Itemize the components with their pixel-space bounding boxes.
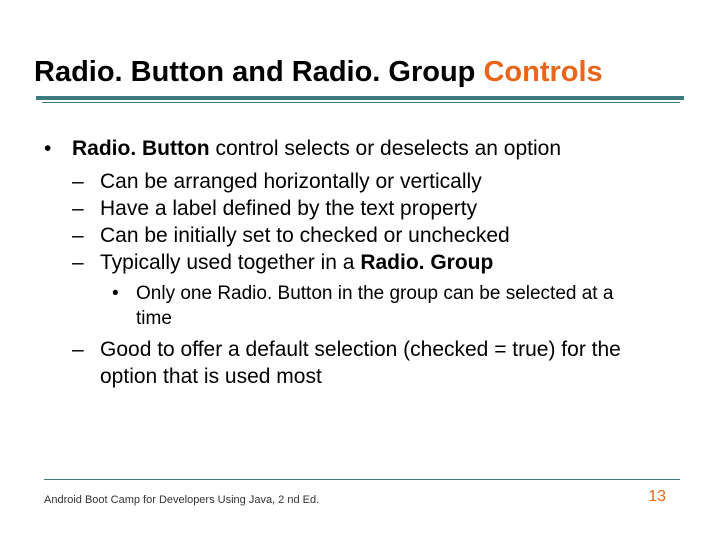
- dash-item: – Good to offer a default selection (che…: [72, 337, 690, 391]
- dash-icon: –: [72, 196, 100, 223]
- bullet-dot-icon: •: [38, 136, 72, 163]
- dash-item: – Can be initially set to checked or unc…: [72, 223, 690, 250]
- dash-item: – Can be arranged horizontally or vertic…: [72, 169, 690, 196]
- title-rule-thick: [36, 96, 684, 100]
- dash-prefix: Typically used together in a: [100, 251, 360, 274]
- bullet-dot-icon: •: [108, 282, 136, 331]
- sub-bullet-item: • Only one Radio. Button in the group ca…: [108, 282, 690, 331]
- dash-item: – Typically used together in a Radio. Gr…: [72, 250, 690, 277]
- title-rule-thin: [42, 102, 680, 103]
- title-accent: Controls: [483, 56, 602, 88]
- body-content: • Radio. Button control selects or desel…: [38, 136, 690, 391]
- sub-bullet-text: Only one Radio. Button in the group can …: [136, 282, 690, 331]
- slide-title: Radio. Button and Radio. Group Controls: [34, 56, 603, 89]
- dash-icon: –: [72, 223, 100, 250]
- dash-text: Can be initially set to checked or unche…: [100, 223, 690, 250]
- dash-icon: –: [72, 169, 100, 196]
- dash-text: Typically used together in a Radio. Grou…: [100, 250, 690, 277]
- bullet-rest: control selects or deselects an option: [210, 137, 561, 160]
- dash-text: Can be arranged horizontally or vertical…: [100, 169, 690, 196]
- slide: Radio. Button and Radio. Group Controls …: [0, 0, 720, 540]
- bullet-level1: • Radio. Button control selects or desel…: [38, 136, 690, 163]
- page-number: 13: [648, 488, 666, 506]
- footer-rule: [44, 479, 680, 480]
- dash-text: Have a label defined by the text propert…: [100, 196, 690, 223]
- title-main: Radio. Button and Radio. Group: [34, 56, 483, 88]
- footer-text: Android Boot Camp for Developers Using J…: [44, 494, 319, 506]
- dash-icon: –: [72, 337, 100, 391]
- dash-icon: –: [72, 250, 100, 277]
- dash-text: Good to offer a default selection (check…: [100, 337, 690, 391]
- dash-item: – Have a label defined by the text prope…: [72, 196, 690, 223]
- bullet-text: Radio. Button control selects or deselec…: [72, 136, 690, 163]
- bold-term: Radio. Button: [72, 137, 210, 160]
- bold-term: Radio. Group: [360, 251, 493, 274]
